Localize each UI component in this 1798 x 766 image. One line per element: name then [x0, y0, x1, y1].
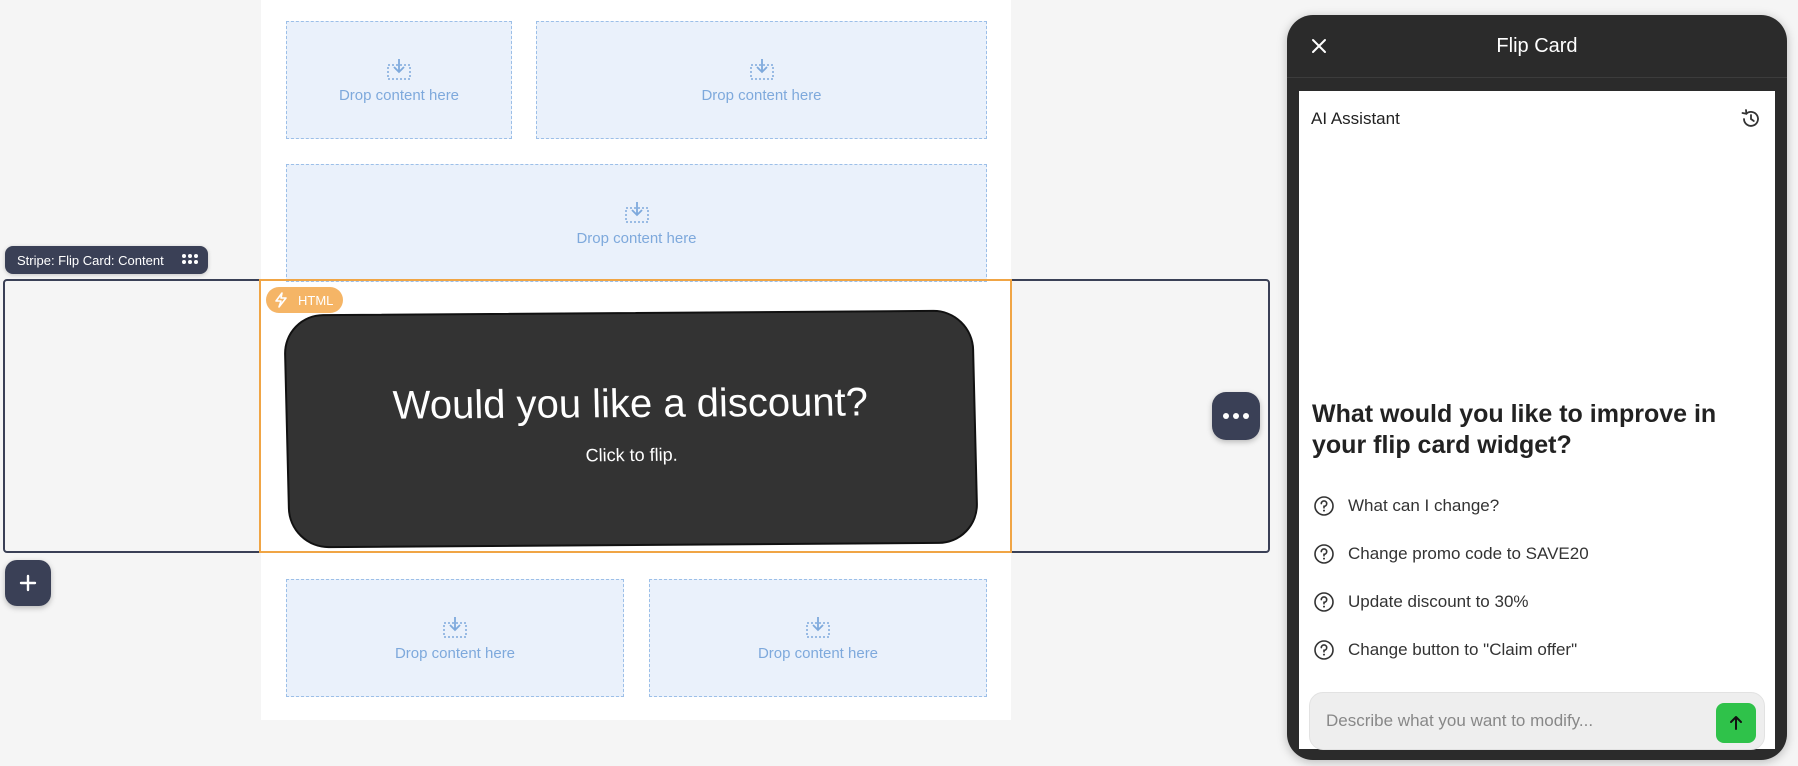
dropzone[interactable]: Drop content here: [286, 164, 987, 282]
close-icon[interactable]: [1309, 36, 1329, 56]
question-circle-icon: [1314, 544, 1334, 564]
panel-header: Flip Card: [1287, 15, 1787, 77]
assistant-label: AI Assistant: [1311, 108, 1400, 128]
prompt-title: What would you like to improve in your f…: [1312, 400, 1717, 459]
suggestion-item[interactable]: Change promo code to SAVE20: [1313, 530, 1763, 578]
prompt-input[interactable]: [1326, 693, 1706, 749]
dropzone[interactable]: Drop content here: [286, 21, 512, 139]
question-circle-icon: [1314, 592, 1334, 612]
panel-title: Flip Card: [1496, 34, 1578, 57]
prompt-composer: [1309, 692, 1765, 750]
add-stripe-button[interactable]: [5, 560, 51, 606]
lightning-icon: [275, 292, 287, 308]
dropzone[interactable]: Drop content here: [286, 579, 624, 697]
suggestion-text: Change promo code to SAVE20: [1348, 544, 1589, 563]
flip-card-subtitle: Click to flip.: [585, 444, 678, 466]
stripe-badge-label: Stripe: Flip Card: Content: [17, 252, 164, 268]
suggestion-item[interactable]: Update discount to 30%: [1313, 578, 1763, 626]
suggestion-text: What can I change?: [1348, 496, 1500, 515]
flip-card-title: Would you like a discount?: [392, 380, 869, 428]
dropzone-label: Drop content here: [338, 86, 460, 104]
question-circle-icon: [1314, 496, 1334, 516]
suggestion-list: What can I change? Change promo code to …: [1313, 482, 1763, 674]
download-dropzone-icon: [387, 58, 411, 80]
stripe-badge[interactable]: Stripe: Flip Card: Content: [5, 246, 208, 274]
more-options-button[interactable]: [1212, 392, 1260, 440]
history-icon[interactable]: [1739, 107, 1763, 131]
flip-card-panel: Flip Card AI Assistant What would you li…: [1287, 15, 1787, 760]
suggestion-text: Change button to "Claim offer": [1348, 640, 1578, 659]
flip-card[interactable]: Would you like a discount? Click to flip…: [283, 309, 979, 549]
arrow-up-icon: [1730, 716, 1742, 730]
dropzone-label: Drop content here: [757, 644, 879, 662]
download-dropzone-icon: [749, 58, 774, 80]
dropzone[interactable]: Drop content here: [649, 579, 987, 697]
download-dropzone-icon: [624, 201, 649, 223]
question-circle-icon: [1314, 640, 1334, 660]
download-dropzone-icon: [806, 616, 830, 638]
plus-icon: [19, 574, 37, 592]
panel-divider: [1287, 77, 1787, 78]
html-badge[interactable]: HTML: [266, 287, 344, 313]
drag-grid-icon[interactable]: [181, 254, 198, 266]
dropzone-label: Drop content here: [576, 229, 697, 247]
dropzone[interactable]: Drop content here: [536, 21, 987, 139]
dropzone-label: Drop content here: [394, 644, 516, 662]
suggestion-item[interactable]: Change button to "Claim offer": [1313, 626, 1763, 674]
dropzone-label: Drop content here: [701, 86, 822, 104]
send-button[interactable]: [1716, 703, 1756, 743]
more-horizontal-icon: [1223, 413, 1229, 419]
html-badge-label: HTML: [298, 292, 334, 308]
assistant-panel-body: AI Assistant What would you like to impr…: [1299, 91, 1775, 750]
download-dropzone-icon: [443, 616, 467, 638]
suggestion-text: Update discount to 30%: [1348, 592, 1529, 611]
assistant-header: AI Assistant: [1299, 91, 1775, 146]
suggestion-item[interactable]: What can I change?: [1313, 482, 1763, 530]
